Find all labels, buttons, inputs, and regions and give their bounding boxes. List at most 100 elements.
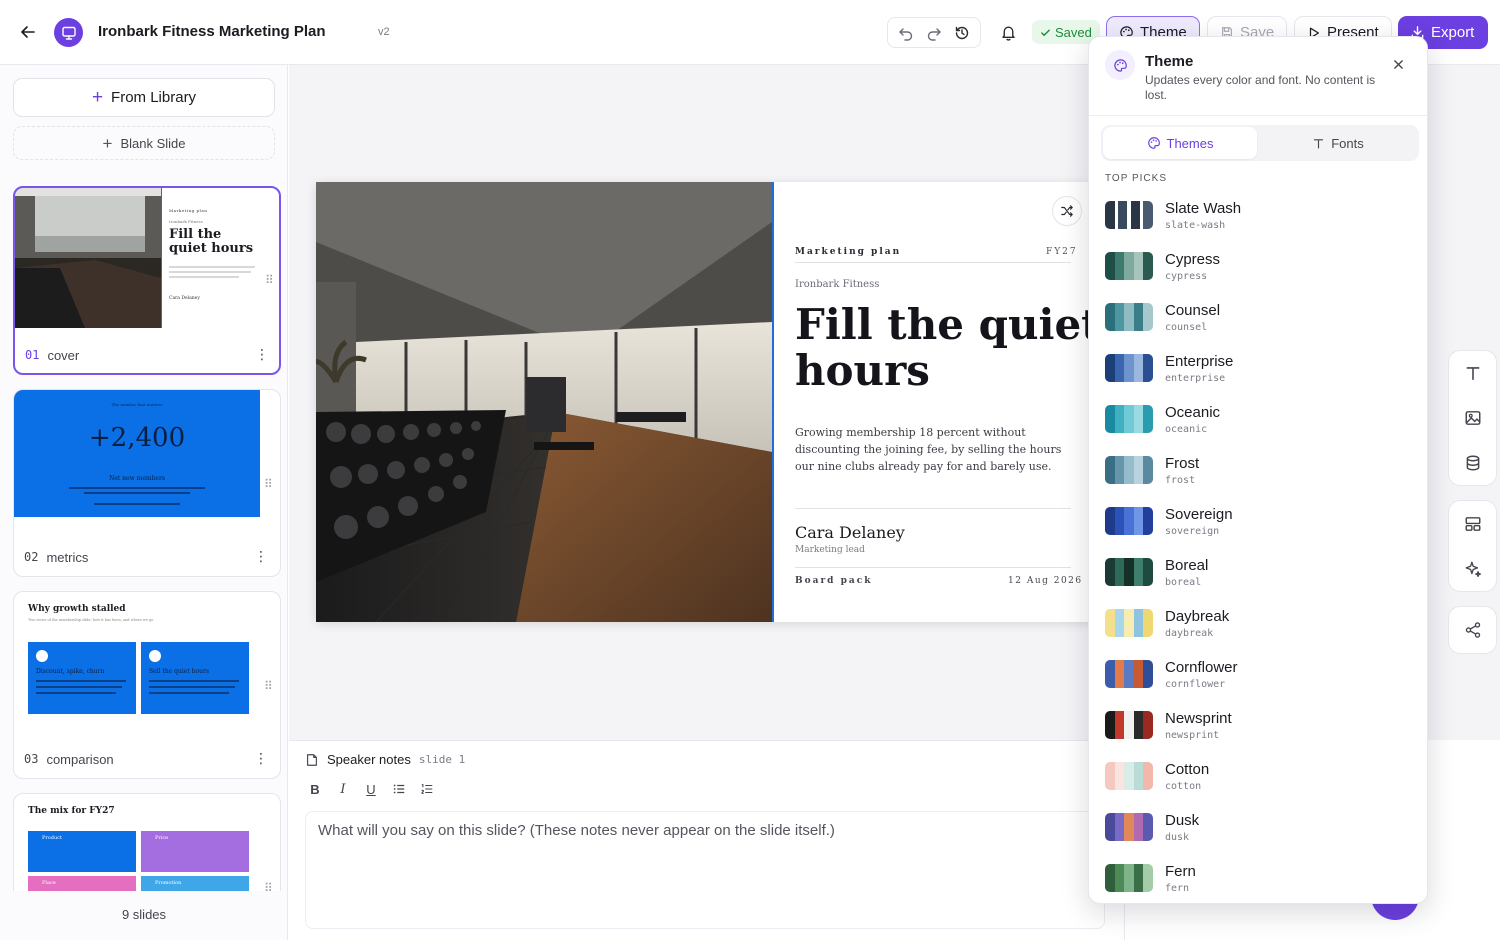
text-icon[interactable] [1462,362,1484,384]
type-icon [1314,138,1324,149]
thumb-subtitle: Two views of the membership slide: how i… [28,618,154,622]
undo-icon[interactable] [895,22,917,44]
theme-option-enterprise[interactable]: Enterprise enterprise [1105,350,1415,401]
slide-author-role[interactable]: Marketing lead [795,545,865,555]
bullet-list-icon[interactable] [391,781,407,797]
theme-id: newsprint [1165,730,1220,741]
section-heading-top-picks: TOP PICKS [1105,173,1167,184]
theme-option-fern[interactable]: Fern fern [1105,860,1415,903]
slide-card-comparison[interactable]: Why growth stalled Two views of the memb… [13,591,281,779]
theme-name: Oceanic [1165,404,1221,421]
slide-brand[interactable]: Ironbark Fitness [795,279,879,290]
theme-option-frost[interactable]: Frost frost [1105,452,1415,503]
theme-id: dusk [1165,832,1190,843]
blank-slide-button[interactable]: + Blank Slide [13,126,275,160]
redo-icon[interactable] [923,22,945,44]
back-arrow-icon[interactable] [16,20,40,44]
theme-name: Newsprint [1165,710,1232,727]
speaker-notes-input[interactable]: What will you say on this slide? (These … [305,811,1105,929]
slide-thumbnail-cover: Marketing plan Ironbark Fitness Fill the… [15,188,263,328]
document-title[interactable]: Ironbark Fitness Marketing Plan [98,23,326,40]
theme-swatch-preview [1105,813,1153,841]
insert-tools-group [1448,350,1497,486]
theme-option-cotton[interactable]: Cotton cotton [1105,758,1415,809]
theme-swatch-preview [1105,252,1153,280]
theme-option-sovereign[interactable]: Sovereign sovereign [1105,503,1415,554]
theme-name: Slate Wash [1165,200,1242,217]
theme-option-dusk[interactable]: Dusk dusk [1105,809,1415,860]
slide-footer-left[interactable]: Board pack [795,576,872,586]
slide-card-metrics[interactable]: The number that matters +2,400 Net new m… [13,389,281,577]
theme-name: Counsel [1165,302,1221,319]
italic-icon[interactable]: I [335,781,351,797]
slide-card-cover[interactable]: Marketing plan Ironbark Fitness Fill the… [13,186,281,375]
thumb-brand: Ironbark Fitness [169,219,203,224]
more-vertical-icon[interactable]: ⋮ [254,548,268,565]
slide-author[interactable]: Cara Delaney [795,523,905,542]
thumb-mix-item: Promotion [155,880,182,886]
share-icon[interactable] [1462,619,1484,641]
tab-themes[interactable]: Themes [1103,127,1257,159]
slide-body[interactable]: Growing membership 18 percent without di… [795,424,1073,475]
thumb-author: Cara Delaney [169,296,200,301]
palette-icon [1105,50,1135,80]
theme-option-slate-wash[interactable]: Slate Wash slate-wash [1105,197,1415,248]
plus-icon: + [102,133,113,153]
slide-sidebar: + From Library + Blank Slide Marketing p… [0,65,288,940]
theme-name: Boreal [1165,557,1209,574]
more-vertical-icon[interactable]: ⋮ [254,750,268,767]
bold-icon[interactable]: B [307,781,323,797]
note-icon [307,753,317,766]
layout-icon[interactable] [1462,513,1484,535]
sparkles-icon[interactable] [1462,558,1484,580]
tab-fonts[interactable]: Fonts [1261,127,1415,159]
theme-id: sovereign [1165,526,1220,537]
theme-option-daybreak[interactable]: Daybreak daybreak [1105,605,1415,656]
theme-option-oceanic[interactable]: Oceanic oceanic [1105,401,1415,452]
theme-option-newsprint[interactable]: Newsprint newsprint [1105,707,1415,758]
layout-tools-group [1448,500,1497,592]
from-library-button[interactable]: + From Library [13,78,275,117]
slide-name: metrics [46,550,89,565]
theme-option-cypress[interactable]: Cypress cypress [1105,248,1415,299]
slide-count: 9 slides [121,907,167,922]
slide-fiscal-year[interactable]: FY27 [1046,247,1078,257]
more-vertical-icon[interactable]: ⋮ [255,346,269,363]
thumb-title: Why growth stalled [28,604,126,614]
drag-handle-icon[interactable]: ⠿ [264,680,273,692]
theme-swatch-preview [1105,456,1153,484]
slide-number: 03 [24,752,39,766]
shuffle-layout-button[interactable] [1052,196,1082,226]
slide-name: comparison [46,752,114,767]
theme-option-boreal[interactable]: Boreal boreal [1105,554,1415,605]
image-icon[interactable] [1462,407,1484,429]
slide-footer-date[interactable]: 12 Aug 2026 [1008,576,1083,586]
slide-kicker[interactable]: Marketing plan [795,247,901,257]
theme-id: cotton [1165,781,1202,792]
thumb-kicker: Marketing plan [169,208,208,213]
theme-id: daybreak [1165,628,1214,639]
theme-name: Cornflower [1165,659,1238,676]
theme-name: Cypress [1165,251,1221,268]
numbered-list-icon[interactable] [419,781,435,797]
database-icon[interactable] [1462,452,1484,474]
theme-swatch-preview [1105,609,1153,637]
notes-format-toolbar: B I U [307,781,435,797]
underline-icon[interactable]: U [363,781,379,797]
blank-slide-label: Blank Slide [120,135,186,151]
theme-swatch-preview [1105,762,1153,790]
bell-icon[interactable] [997,21,1019,43]
close-icon[interactable] [1389,55,1407,73]
theme-id: slate-wash [1165,220,1226,231]
drag-handle-icon[interactable]: ⠿ [265,274,274,286]
theme-option-counsel[interactable]: Counsel counsel [1105,299,1415,350]
theme-id: cypress [1165,271,1208,282]
main-slide-cover[interactable]: Marketing plan FY27 Ironbark Fitness Fil… [316,182,1106,622]
gym-photo-thumbnail [15,188,161,328]
drag-handle-icon[interactable]: ⠿ [264,478,273,490]
theme-option-cornflower[interactable]: Cornflower cornflower [1105,656,1415,707]
history-icon[interactable] [951,22,973,44]
thumb-mix-item: Place [42,880,56,886]
theme-id: fern [1165,883,1190,894]
slide-title[interactable]: Fill the quiet hours [795,302,1101,394]
